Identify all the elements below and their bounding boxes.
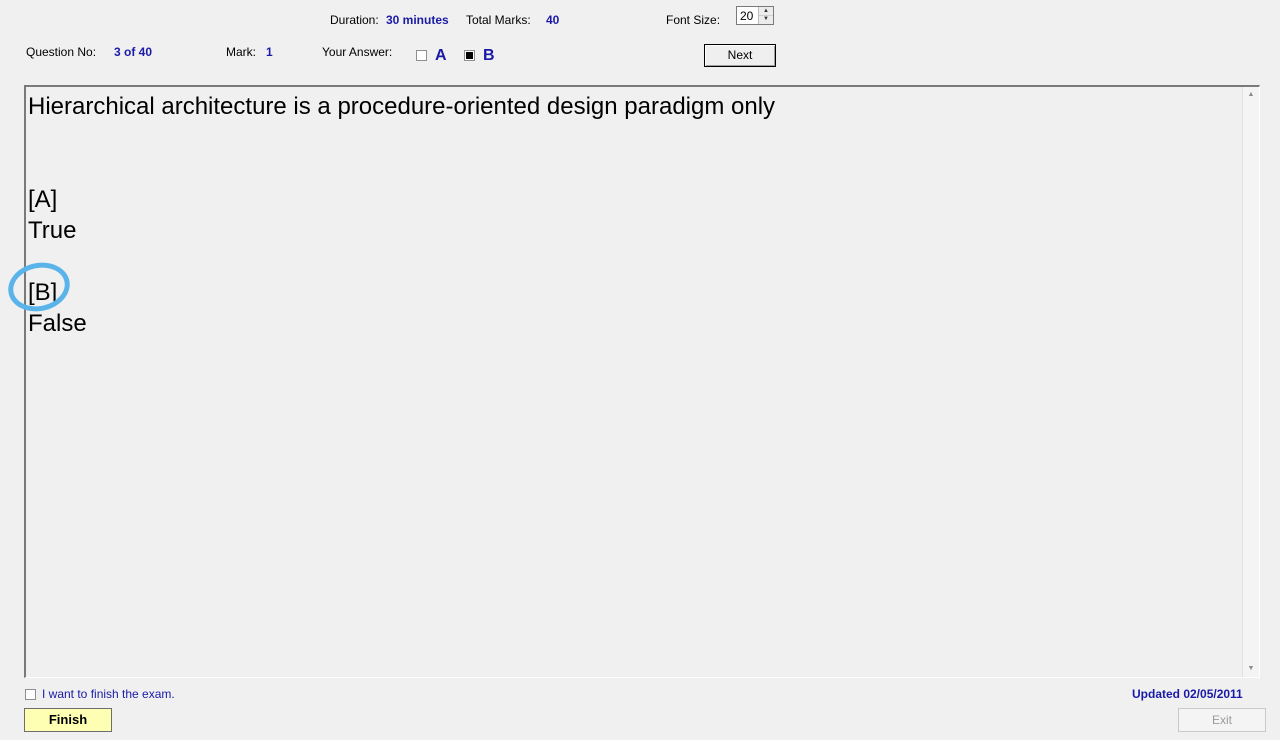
option-b-tag: [B] <box>28 279 58 306</box>
spinner-buttons: ▲ ▼ <box>758 7 773 24</box>
duration-label: Duration: <box>330 13 379 27</box>
finish-exam-checkbox[interactable] <box>25 689 36 700</box>
vertical-scrollbar[interactable]: ▲ ▼ <box>1242 87 1259 677</box>
scroll-up-arrow-icon[interactable]: ▲ <box>1243 87 1259 103</box>
total-marks-label: Total Marks: <box>466 13 531 27</box>
updated-date: Updated 02/05/2011 <box>1132 687 1243 701</box>
exit-button[interactable]: Exit <box>1178 708 1266 732</box>
font-size-label: Font Size: <box>666 13 721 27</box>
finish-button[interactable]: Finish <box>24 708 112 732</box>
mark-label: Mark: <box>226 45 256 59</box>
question-text: Hierarchical architecture is a procedure… <box>28 93 776 120</box>
answer-b-label[interactable]: B <box>483 47 495 65</box>
question-no-value: 3 of 40 <box>114 45 153 59</box>
finish-exam-label[interactable]: I want to finish the exam. <box>42 687 175 701</box>
answer-a-checkbox[interactable] <box>416 50 427 61</box>
option-a-text: True <box>28 217 77 244</box>
triangle-down-icon[interactable]: ▼ <box>759 15 773 23</box>
duration-value: 30 minutes <box>386 13 449 27</box>
answer-b-checkbox[interactable] <box>464 50 475 61</box>
mark-value: 1 <box>266 45 273 59</box>
question-content: Hierarchical architecture is a procedure… <box>28 91 775 339</box>
font-size-spinner[interactable]: 20 ▲ ▼ <box>736 6 774 25</box>
answer-a-label[interactable]: A <box>435 47 447 65</box>
total-marks-value: 40 <box>546 13 560 27</box>
question-panel[interactable]: Hierarchical architecture is a procedure… <box>24 85 1260 678</box>
question-no-label: Question No: <box>26 45 97 59</box>
your-answer-label: Your Answer: <box>322 45 393 59</box>
option-b-text: False <box>28 310 87 337</box>
scroll-down-arrow-icon[interactable]: ▼ <box>1243 661 1259 677</box>
next-button[interactable]: Next <box>704 44 776 67</box>
font-size-value[interactable]: 20 <box>740 9 753 23</box>
option-a-tag: [A] <box>28 186 58 213</box>
